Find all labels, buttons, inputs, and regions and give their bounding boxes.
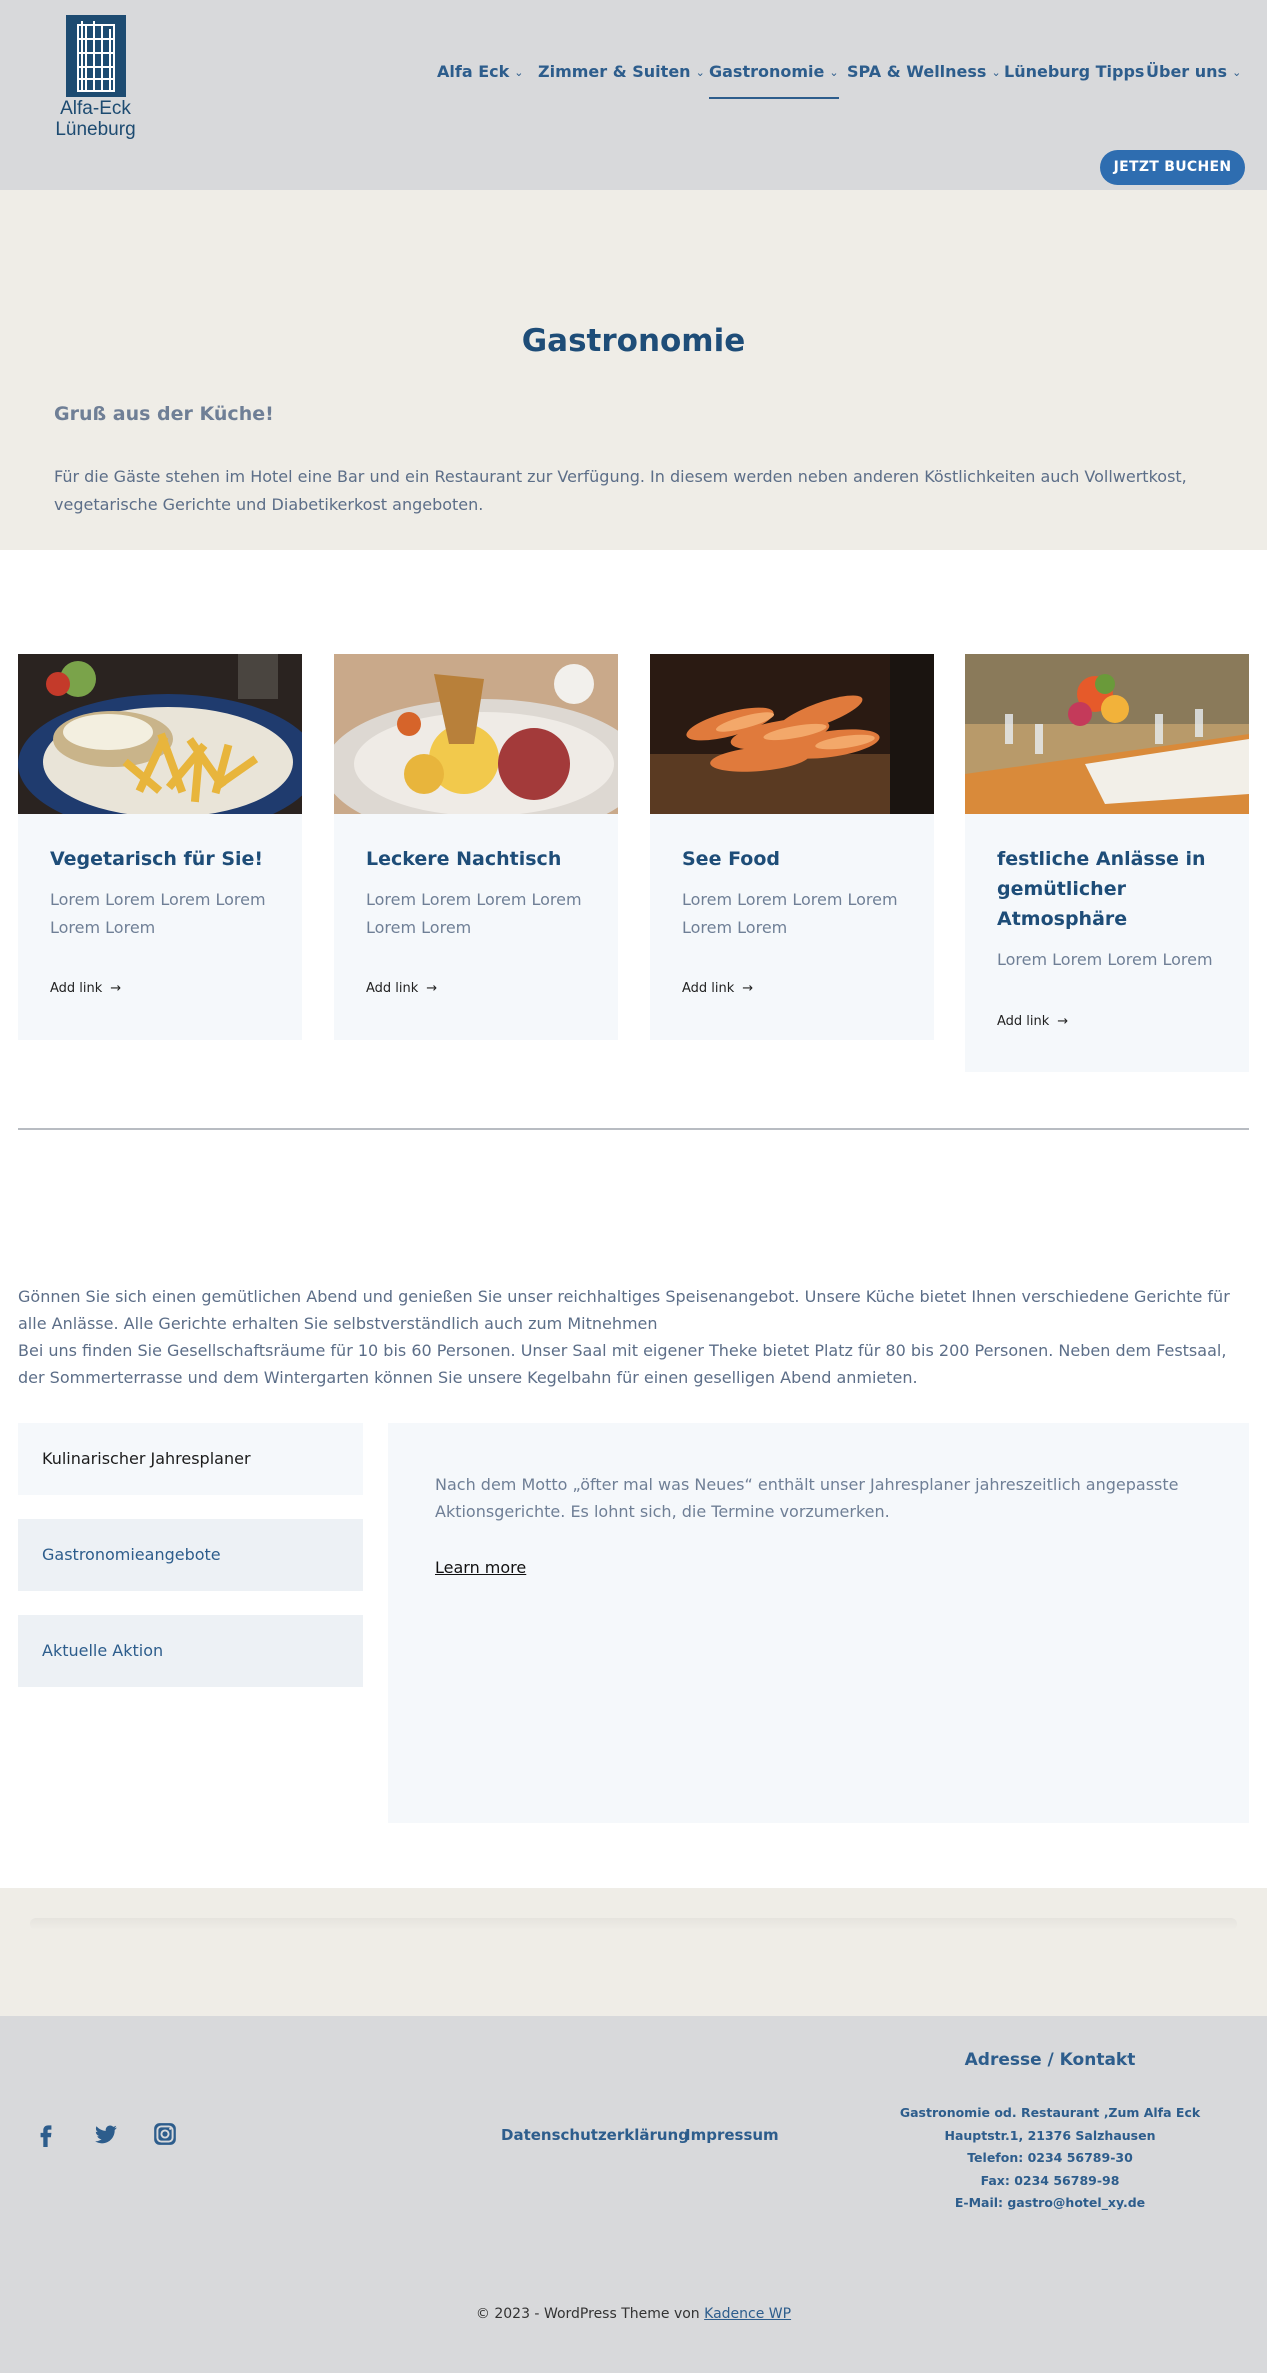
privacy-link[interactable]: Datenschutzerklärung [501,2126,689,2144]
book-now-button[interactable]: JETZT BUCHEN [1100,150,1245,185]
card-title: festliche Anlässe in gemütlicher Atmosph… [997,848,1206,930]
copyright: © 2023 - WordPress Theme von Kadence WP [0,2306,1267,2322]
page-title: Gastronomie [521,323,746,359]
chevron-down-icon: ⌄ [991,66,1001,79]
kadence-link[interactable]: Kadence WP [704,2306,791,2322]
site-footer: Datenschutzerklärung Impressum Adresse /… [0,2016,1267,2373]
hero-section: Gastronomie Gruß aus der Küche! Für die … [0,190,1267,550]
chevron-down-icon: ⌄ [1232,66,1242,79]
chevron-down-icon: ⌄ [514,66,524,79]
tab-panel: Nach dem Motto „öfter mal was Neues“ ent… [388,1423,1249,1823]
site-header: Alfa-Eck Lüneburg Alfa Eck ⌄ Zimmer & Sui… [0,0,1267,190]
card-title: Leckere Nachtisch [366,848,562,870]
twitter-icon[interactable] [93,2121,123,2151]
nav-label: SPA & Wellness [847,62,987,81]
card-festive: festliche Anlässe in gemütlicher Atmosph… [965,654,1249,1072]
main-navigation: Alfa Eck ⌄ Zimmer & Suiten ⌄ Gastronomie ⌄ … [0,0,1267,150]
arrow-right-icon: → [110,981,122,996]
contact-line: Fax: 0234 56789-98 [980,2172,1120,2188]
contact-line: Telefon: 0234 56789-30 [967,2150,1133,2165]
section-divider [18,1128,1249,1130]
card-link-label: Add link [50,981,103,996]
card-vegetarian: Vegetarisch für Sie! Lorem Lorem Lorem L… [18,654,302,1040]
imprint-link[interactable]: Impressum [685,2126,779,2144]
facebook-icon[interactable] [33,2121,63,2151]
chevron-down-icon: ⌄ [695,66,705,79]
contact-line: Gastronomie od. Restaurant ‚Zum Alfa Eck [899,2105,1201,2120]
arrow-right-icon: → [1057,1014,1069,1029]
nav-item-alfa-eck[interactable]: Alfa Eck ⌄ [437,62,523,90]
card-title: See Food [682,848,780,870]
card-dessert: Leckere Nachtisch Lorem Lorem Lorem Lore… [334,654,618,1040]
contact-line: E-Mail: gastro@hotel_xy.de [954,2195,1146,2210]
card-title: Vegetarisch für Sie! [50,848,264,870]
tab-aktuelle-aktion[interactable]: Aktuelle Aktion [18,1615,363,1687]
contact-line: Hauptstr.1, 21376 Salzhausen [944,2127,1156,2143]
contact-title: Adresse / Kontakt [964,2050,1136,2070]
nav-label: Alfa Eck [437,62,510,81]
nav-label: Über uns [1146,62,1228,81]
shrimp-platter-photo [650,654,934,814]
nav-label: Zimmer & Suiten [538,62,691,81]
hero-text: Für die Gäste stehen im Hotel eine Bar u… [54,467,1187,514]
learn-more-link[interactable]: Learn more [435,1558,526,1577]
copyright-text: © 2023 - WordPress Theme von [475,2306,700,2322]
hero-subtitle: Gruß aus der Küche! [54,403,274,425]
instagram-icon[interactable] [152,2121,182,2151]
shadow-divider [30,1918,1237,1930]
nav-label: Gastronomie [709,62,825,81]
fries-dish-photo [18,654,302,814]
intro-paragraph-2: Bei uns finden Sie Gesellschaftsräume fü… [18,1341,1227,1387]
card-link-label: Add link [997,1014,1050,1029]
arrow-right-icon: → [426,981,438,996]
tab-gastronomieangebote[interactable]: Gastronomieangebote [18,1519,363,1591]
nav-item-zimmer-suiten[interactable]: Zimmer & Suiten ⌄ [538,62,705,90]
beige-section [0,1888,1267,2016]
nav-label: Lüneburg Tipps [1004,62,1145,81]
intro-paragraph-1: Gönnen Sie sich einen gemütlichen Abend … [18,1287,1230,1333]
card-link[interactable]: Add link → [366,981,437,996]
ice-cream-dessert-photo [334,654,618,814]
arrow-right-icon: → [742,981,754,996]
banquet-table-photo [965,654,1249,814]
contact-details: Gastronomie od. Restaurant ‚Zum Alfa Eck… [860,2102,1240,2215]
card-text: Lorem Lorem Lorem Lorem Lorem Lorem [366,890,582,937]
card-link[interactable]: Add link → [997,1014,1068,1029]
intro-text: Gönnen Sie sich einen gemütlichen Abend … [18,1283,1248,1391]
nav-item-gastronomie[interactable]: Gastronomie ⌄ [709,62,839,99]
tab-panel-text: Nach dem Motto „öfter mal was Neues“ ent… [435,1475,1179,1521]
nav-item-ueber-uns[interactable]: Über uns ⌄ [1146,62,1241,90]
card-link[interactable]: Add link → [682,981,753,996]
card-link[interactable]: Add link → [50,981,121,996]
nav-item-spa-wellness[interactable]: SPA & Wellness ⌄ [847,62,1001,90]
card-text: Lorem Lorem Lorem Lorem [997,950,1213,969]
card-link-label: Add link [682,981,735,996]
chevron-down-icon: ⌄ [829,66,839,79]
nav-item-lueneburg-tipps[interactable]: Lüneburg Tipps [1004,62,1144,90]
card-text: Lorem Lorem Lorem Lorem Lorem Lorem [50,890,266,937]
card-link-label: Add link [366,981,419,996]
tab-kulinarischer-jahresplaner[interactable]: Kulinarischer Jahresplaner [18,1423,363,1495]
card-seafood: See Food Lorem Lorem Lorem Lorem Lorem L… [650,654,934,1040]
card-text: Lorem Lorem Lorem Lorem Lorem Lorem [682,890,898,937]
